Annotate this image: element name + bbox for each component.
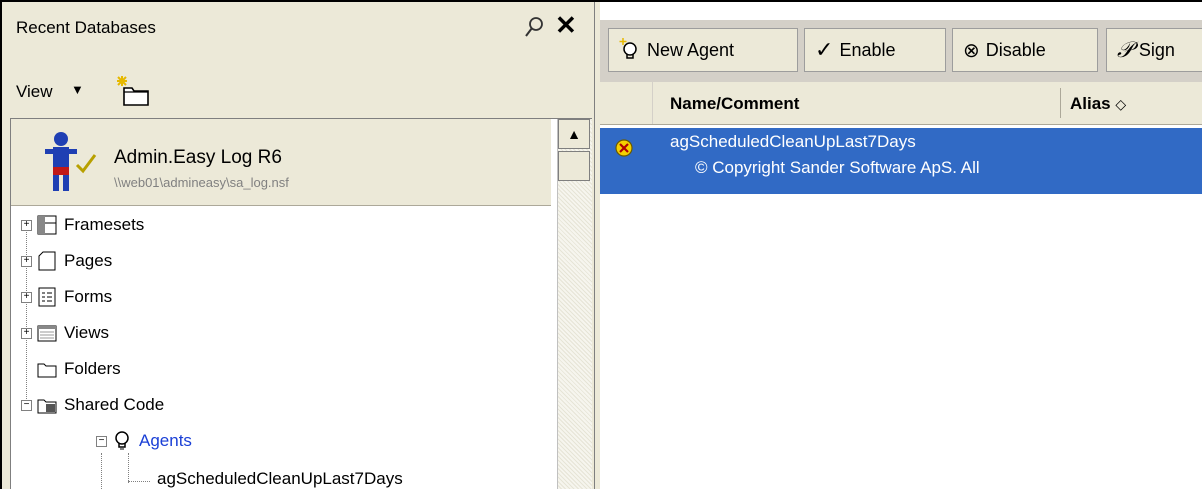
database-tree: Admin.Easy Log R6 \\web01\admineasy\sa_l… xyxy=(10,118,592,489)
agent-bulb-icon xyxy=(619,38,637,59)
expand-icon[interactable]: + xyxy=(21,291,32,303)
tree-item-shared-code[interactable]: − Shared Code xyxy=(21,391,164,419)
database-path: \\web01\admineasy\sa_log.nsf xyxy=(114,175,289,190)
tree-line xyxy=(128,453,129,483)
collapse-icon[interactable]: − xyxy=(21,399,32,411)
scroll-thumb[interactable] xyxy=(558,151,590,181)
alias-column-header[interactable]: Alias ◇ xyxy=(1070,94,1126,114)
agents-view: New Agent ✓ Enable ⊗ Disable 𝒫 Sign Name… xyxy=(600,2,1202,489)
sort-icon: ◇ xyxy=(1115,96,1127,112)
shared-code-icon xyxy=(37,399,57,414)
dropdown-arrow-icon[interactable]: ▼ xyxy=(71,82,84,97)
folder-icon xyxy=(37,363,57,378)
scroll-up-arrow-icon[interactable]: ▲ xyxy=(558,119,590,149)
tree-item-folders[interactable]: Folders xyxy=(36,355,121,383)
pen-icon: 𝒫 xyxy=(1117,37,1133,62)
disable-circle-x-icon: ⊗ xyxy=(963,39,980,62)
action-toolbar: New Agent ✓ Enable ⊗ Disable 𝒫 Sign xyxy=(600,20,1202,82)
tree-line xyxy=(101,453,102,489)
tree-line xyxy=(128,481,150,482)
sign-button[interactable]: 𝒫 Sign xyxy=(1106,28,1202,72)
app-window: Recent Databases ✕ View ▼ Admin.Easy Log… xyxy=(0,0,1202,489)
view-toolbar: View ▼ xyxy=(6,70,592,110)
close-icon[interactable]: ✕ xyxy=(555,12,577,38)
disabled-agent-icon xyxy=(615,139,633,157)
collapse-icon[interactable]: − xyxy=(96,435,107,447)
tree-item-views[interactable]: + Views xyxy=(21,319,109,347)
agent-name: agScheduledCleanUpLast7Days xyxy=(670,132,916,151)
pin-icon[interactable] xyxy=(522,14,548,40)
checkmark-icon: ✓ xyxy=(815,37,834,62)
new-agent-button[interactable]: New Agent xyxy=(608,28,798,72)
admin-person-icon xyxy=(45,132,97,191)
view-menu[interactable]: View xyxy=(16,82,53,102)
name-column-header[interactable]: Name/Comment xyxy=(670,94,799,114)
tree-scrollbar[interactable]: ▲ xyxy=(557,119,592,489)
form-icon xyxy=(38,287,56,307)
database-title: Admin.Easy Log R6 xyxy=(114,147,282,168)
agent-comment: © Copyright Sander Software ApS. All xyxy=(695,158,980,177)
status-column-header[interactable] xyxy=(600,82,653,124)
enable-button[interactable]: ✓ Enable xyxy=(804,28,946,72)
agent-bulb-icon xyxy=(115,431,129,450)
frameset-icon xyxy=(37,215,57,235)
expand-icon[interactable]: + xyxy=(21,219,32,231)
disable-button[interactable]: ⊗ Disable xyxy=(952,28,1098,72)
database-header[interactable]: Admin.Easy Log R6 \\web01\admineasy\sa_l… xyxy=(11,119,551,206)
tree-item-pages[interactable]: + Pages xyxy=(21,247,112,275)
tree-item-forms[interactable]: + Forms xyxy=(21,283,112,311)
tree-item-agents[interactable]: − Agents xyxy=(96,427,192,455)
view-icon xyxy=(37,325,57,342)
page-icon xyxy=(38,251,56,271)
expand-icon[interactable]: + xyxy=(21,327,32,339)
panel-title: Recent Databases xyxy=(16,18,156,37)
column-header: Name/Comment Alias ◇ xyxy=(600,82,1202,125)
tree-item-framesets[interactable]: + Framesets xyxy=(21,211,144,239)
tree-item-agent[interactable]: agScheduledCleanUpLast7Days xyxy=(157,465,403,489)
new-folder-icon[interactable] xyxy=(114,74,154,108)
column-divider[interactable] xyxy=(1060,88,1061,118)
table-row[interactable]: agScheduledCleanUpLast7Days © Copyright … xyxy=(600,128,1202,194)
recent-databases-panel: Recent Databases ✕ View ▼ Admin.Easy Log… xyxy=(2,2,594,489)
expand-icon[interactable]: + xyxy=(21,255,32,267)
